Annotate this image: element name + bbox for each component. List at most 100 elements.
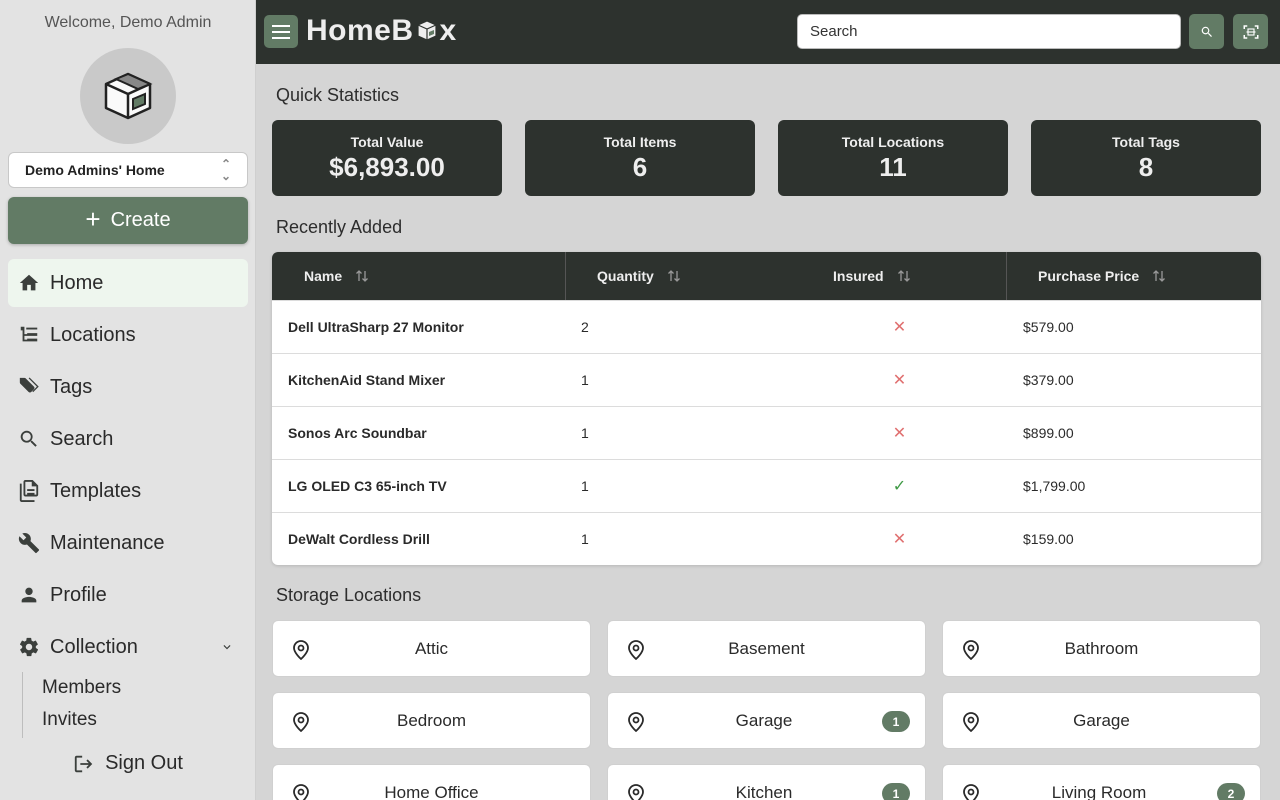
cell-name: LG OLED C3 65-inch TV	[288, 478, 447, 494]
cell-insured: ✕	[793, 529, 1006, 549]
sort-icon	[667, 270, 680, 282]
stat-value: 11	[879, 152, 907, 182]
cell-purchase-price: $379.00	[1023, 372, 1074, 388]
cell-name: Dell UltraSharp 27 Monitor	[288, 319, 464, 335]
stat-card-total-locations: Total Locations 11	[778, 120, 1008, 196]
check-icon: ✓	[892, 478, 907, 495]
location-name: Attic	[414, 638, 449, 658]
cell-name: DeWalt Cordless Drill	[288, 531, 430, 547]
stat-value: 6	[632, 152, 648, 182]
table-row[interactable]: LG OLED C3 65-inch TV 1 ✓ $1,799.00	[272, 459, 1261, 512]
map-pin-icon	[628, 640, 644, 660]
search-button[interactable]	[1189, 14, 1224, 49]
table-row[interactable]: KitchenAid Stand Mixer 1 ✕ $379.00	[272, 353, 1261, 406]
stat-value: 8	[1138, 152, 1154, 182]
location-card[interactable]: Bedroom	[272, 692, 591, 749]
tree-list-icon	[20, 326, 38, 342]
create-button[interactable]: + Create	[8, 197, 248, 244]
cell-purchase-price: $579.00	[1023, 319, 1074, 335]
map-pin-icon	[963, 712, 979, 732]
location-card[interactable]: Living Room 2	[942, 764, 1261, 800]
sidebar-item-tags[interactable]: Tags	[8, 363, 248, 411]
sidebar-item-profile[interactable]: Profile	[8, 571, 248, 619]
sidebar-item-search[interactable]: Search	[8, 415, 248, 463]
stat-label: Total Items	[603, 134, 677, 150]
cell-purchase-price: $159.00	[1023, 531, 1074, 547]
sign-out-label: Sign Out	[105, 752, 183, 774]
home-selector[interactable]: Demo Admins' Home ⌃ ⌄	[8, 152, 248, 188]
table-row[interactable]: DeWalt Cordless Drill 1 ✕ $159.00	[272, 512, 1261, 565]
chevron-up-down-icon: ⌃ ⌄	[220, 157, 231, 183]
location-card[interactable]: Home Office	[272, 764, 591, 800]
hamburger-icon	[272, 24, 290, 39]
location-card[interactable]: Garage	[942, 692, 1261, 749]
logout-icon	[74, 755, 93, 772]
location-name: Kitchen	[735, 782, 793, 800]
location-card[interactable]: Garage 1	[607, 692, 926, 749]
quick-stats-title: Quick Statistics	[276, 85, 400, 105]
table-row[interactable]: Dell UltraSharp 27 Monitor 2 ✕ $579.00	[272, 300, 1261, 353]
map-pin-icon	[293, 712, 309, 732]
qr-scan-icon	[1243, 24, 1258, 39]
location-card[interactable]: Attic	[272, 620, 591, 677]
table-row[interactable]: Sonos Arc Soundbar 1 ✕ $899.00	[272, 406, 1261, 459]
sidebar-item-members[interactable]: Members	[42, 672, 121, 704]
column-header-label: Purchase Price	[1038, 268, 1140, 284]
recent-items-table: Name Quantity Insured Purchase Price Del…	[272, 252, 1261, 565]
column-header-quantity[interactable]: Quantity	[565, 252, 793, 300]
location-card[interactable]: Bathroom	[942, 620, 1261, 677]
cell-name: KitchenAid Stand Mixer	[288, 372, 446, 388]
top-bar: HomeB x	[256, 0, 1280, 64]
sidebar-item-invites[interactable]: Invites	[42, 704, 121, 736]
menu-button[interactable]	[264, 15, 298, 48]
cell-quantity: 1	[581, 478, 589, 494]
map-pin-icon	[293, 784, 309, 800]
search-input[interactable]	[797, 14, 1181, 49]
gear-icon	[19, 637, 39, 657]
close-icon: ✕	[892, 425, 907, 442]
column-header-label: Name	[304, 268, 343, 284]
location-name: Bedroom	[397, 710, 466, 730]
item-count-badge: 1	[882, 711, 910, 732]
sidebar-item-label: Search	[50, 427, 114, 450]
location-name: Basement	[728, 638, 805, 658]
sidebar-item-templates[interactable]: Templates	[8, 467, 248, 515]
sidebar-item-label: Profile	[50, 583, 107, 606]
create-label: Create	[110, 209, 171, 231]
column-header-insured[interactable]: Insured	[814, 252, 1006, 300]
sidebar-item-locations[interactable]: Locations	[8, 311, 248, 359]
sidebar-item-label: Home	[50, 271, 104, 294]
stat-label: Total Value	[350, 134, 424, 150]
cell-purchase-price: $899.00	[1023, 425, 1074, 441]
sort-icon	[897, 270, 910, 282]
location-name: Garage	[735, 710, 793, 730]
chevron-down-icon	[223, 645, 231, 650]
sort-icon	[1153, 270, 1166, 282]
sidebar-item-maintenance[interactable]: Maintenance	[8, 519, 248, 567]
recently-added-title: Recently Added	[276, 217, 403, 237]
map-pin-icon	[293, 640, 309, 660]
location-name: Home Office	[384, 782, 479, 800]
location-card[interactable]: Basement	[607, 620, 926, 677]
stat-label: Total Tags	[1112, 134, 1180, 150]
location-card[interactable]: Kitchen 1	[607, 764, 926, 800]
sign-out-button[interactable]: Sign Out	[0, 752, 256, 775]
search-icon	[1201, 26, 1212, 37]
map-pin-icon	[963, 784, 979, 800]
location-name: Bathroom	[1064, 638, 1139, 658]
collection-subnav: Members Invites	[22, 672, 121, 738]
scan-button[interactable]	[1233, 14, 1268, 49]
cell-insured: ✓	[793, 476, 1006, 496]
sidebar-item-label: Collection	[50, 635, 138, 658]
column-header-label: Quantity	[597, 268, 654, 284]
column-header-purchase-price[interactable]: Purchase Price	[1006, 252, 1261, 300]
app-logo[interactable]: HomeB x	[306, 14, 457, 48]
storage-locations-title: Storage Locations	[276, 585, 422, 605]
sidebar-item-collection[interactable]: Collection	[8, 623, 248, 671]
item-count-badge: 2	[1217, 783, 1245, 800]
column-header-name[interactable]: Name	[272, 252, 565, 300]
cell-name: Sonos Arc Soundbar	[288, 425, 427, 441]
sidebar-item-home[interactable]: Home	[8, 259, 248, 307]
search-icon	[20, 430, 37, 447]
logo-text-left: HomeB	[306, 14, 414, 47]
